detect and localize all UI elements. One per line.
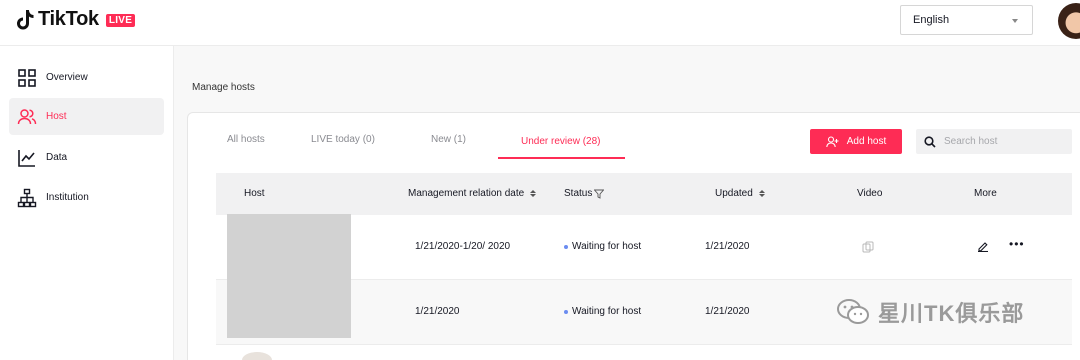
tiktok-note-icon: [17, 9, 34, 29]
search-input[interactable]: [944, 136, 1064, 147]
tab-under-review[interactable]: Under review (28): [521, 136, 600, 147]
users-icon: [17, 107, 37, 127]
column-label: Status: [564, 188, 593, 199]
line-chart-icon: [17, 148, 37, 168]
column-status[interactable]: Status: [564, 188, 605, 199]
status-badge: Waiting for host: [564, 306, 641, 317]
column-label: More: [974, 188, 997, 199]
sidebar-item-host[interactable]: Host: [9, 98, 164, 135]
column-label: Video: [857, 188, 883, 199]
top-bar: TikTok LIVE English: [0, 0, 1080, 46]
org-chart-icon: [17, 188, 37, 208]
management-date: 1/21/2020-1/20/ 2020: [415, 241, 511, 252]
sidebar-item-label: Data: [46, 152, 68, 163]
sidebar-item-overview[interactable]: Overview: [9, 59, 164, 96]
row-divider: [216, 344, 1072, 345]
page-title: Manage hosts: [192, 82, 255, 93]
column-more: More: [974, 188, 997, 199]
management-date: 1/21/2020: [415, 306, 460, 317]
language-select[interactable]: English: [900, 5, 1033, 35]
watermark: 星川TK俱乐部: [836, 296, 1024, 328]
brand-name: TikTok: [38, 8, 99, 30]
column-host: Host: [244, 188, 265, 199]
status-dot: [564, 244, 568, 249]
more-options-icon[interactable]: •••: [1009, 237, 1025, 251]
status-text: Waiting for host: [572, 306, 642, 317]
search-icon: [924, 135, 936, 148]
edit-icon[interactable]: [977, 240, 989, 252]
search-box[interactable]: [916, 129, 1072, 154]
sort-icon[interactable]: [758, 190, 765, 197]
status-badge: Waiting for host: [564, 241, 641, 252]
tab-all-hosts[interactable]: All hosts: [227, 134, 265, 145]
column-label: Management relation date: [408, 188, 525, 199]
language-value: English: [913, 14, 950, 26]
column-video: Video: [857, 188, 882, 199]
sidebar-item-label: Host: [46, 111, 67, 122]
host-thumbnail[interactable]: [227, 214, 351, 338]
live-badge: LIVE: [105, 14, 136, 27]
sidebar-item-data[interactable]: Data: [9, 139, 164, 176]
watermark-text: 星川TK俱乐部: [878, 301, 1025, 326]
sidebar-item-label: Overview: [46, 72, 88, 83]
sidebar-item-institution[interactable]: Institution: [9, 179, 164, 216]
table-header: Host Management relation date Status Upd…: [216, 173, 1072, 215]
sidebar-item-label: Institution: [46, 192, 89, 203]
grid-icon: [17, 68, 37, 88]
updated-date: 1/21/2020: [705, 241, 750, 252]
tab-live-today[interactable]: LIVE today (0): [311, 134, 375, 145]
wechat-logo-icon: [837, 299, 869, 324]
column-updated[interactable]: Updated: [715, 188, 765, 199]
status-dot: [564, 309, 568, 314]
user-avatar[interactable]: [1058, 3, 1080, 39]
active-tab-indicator: [498, 157, 625, 159]
column-label: Host: [244, 188, 265, 199]
add-user-icon: [826, 135, 839, 147]
filter-icon[interactable]: [594, 189, 605, 199]
chevron-down-icon: [1012, 19, 1018, 23]
tiktok-live-logo[interactable]: TikTok LIVE: [16, 8, 136, 31]
video-copy-icon[interactable]: [862, 241, 874, 253]
add-host-label: Add host: [846, 136, 887, 147]
status-text: Waiting for host: [572, 241, 642, 252]
add-host-button[interactable]: Add host: [810, 129, 902, 154]
column-label: Updated: [715, 188, 753, 199]
column-management-date[interactable]: Management relation date: [408, 188, 537, 199]
tab-new[interactable]: New (1): [431, 134, 466, 145]
sort-icon[interactable]: [530, 190, 537, 197]
sidebar: Overview Host Data Institution: [0, 46, 174, 360]
updated-date: 1/21/2020: [705, 306, 750, 317]
